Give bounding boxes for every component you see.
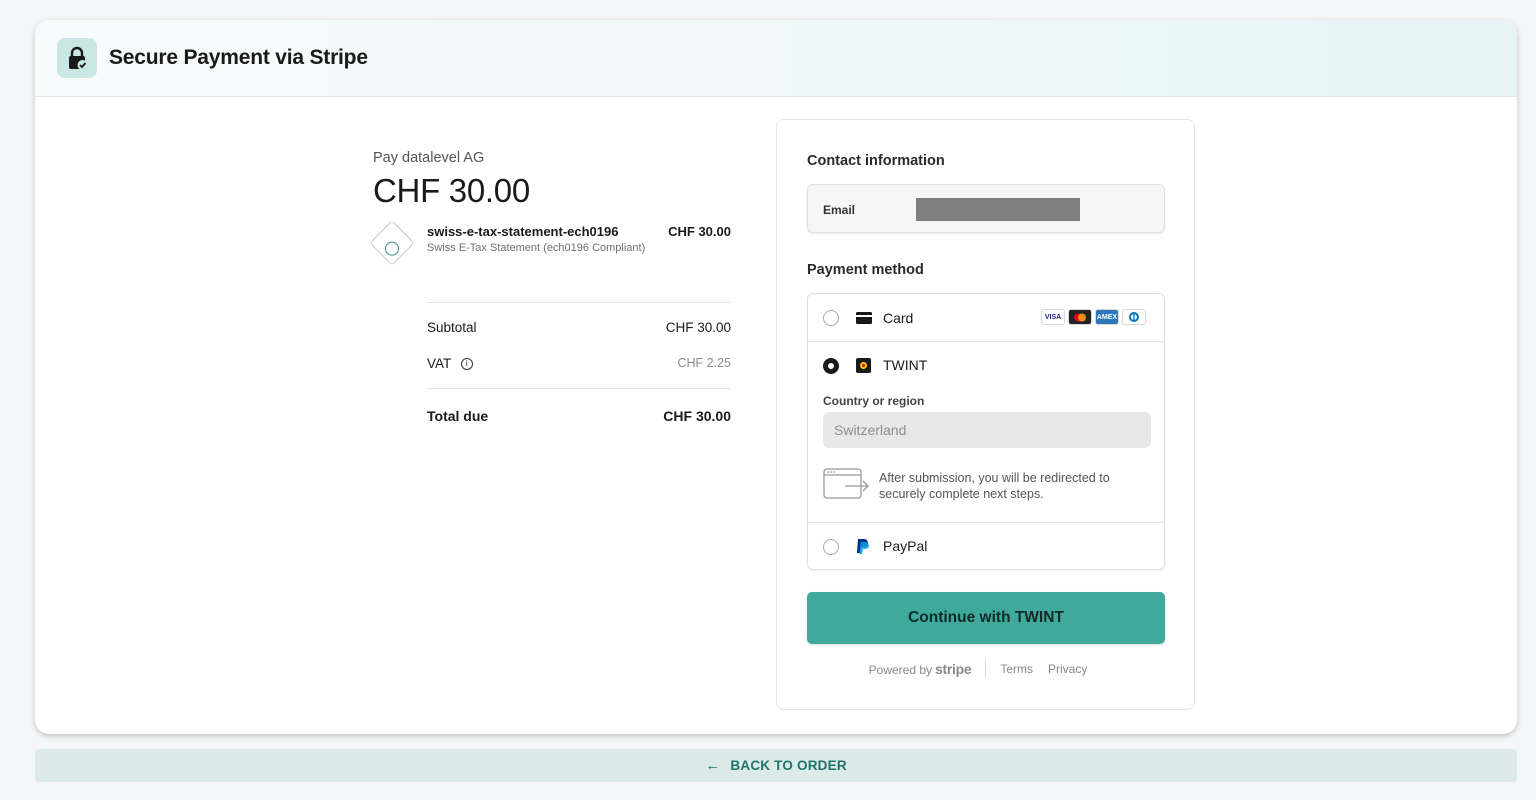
mastercard-icon	[1068, 309, 1092, 325]
product-description: Swiss E-Tax Statement (ech0196 Compliant…	[427, 242, 646, 254]
divider	[427, 302, 731, 303]
vat-row: VAT i CHF 2.25	[427, 356, 731, 371]
redirect-notice: After submission, you will be redirected…	[879, 471, 1110, 501]
divider	[427, 388, 731, 389]
footer-separator	[985, 660, 987, 678]
payment-option-twint[interactable]: TWINT Country or region Switzerland Afte…	[808, 342, 1164, 523]
twint-label: TWINT	[883, 357, 928, 373]
terms-link[interactable]: Terms	[1000, 662, 1033, 676]
card-label: Card	[883, 310, 914, 326]
stripe-logo: stripe	[935, 661, 972, 677]
card-radio[interactable]	[823, 310, 839, 326]
line-item: swiss-e-tax-statement-ech0196 Swiss E-Ta…	[369, 220, 733, 268]
checkout-form: Contact information Email Payment method…	[776, 119, 1195, 710]
paypal-radio[interactable]	[823, 539, 839, 555]
email-value-redacted	[916, 198, 1080, 221]
email-label: Email	[823, 203, 856, 217]
subtotal-label: Subtotal	[427, 320, 477, 335]
merchant-name: Pay datalevel AG	[373, 150, 485, 166]
payment-option-paypal[interactable]: PayPal	[808, 523, 1164, 571]
visa-icon: VISA	[1041, 309, 1065, 325]
redirect-icon	[823, 468, 871, 507]
product-price: CHF 30.00	[668, 224, 731, 239]
email-field[interactable]: Email	[807, 184, 1165, 233]
back-label: BACK TO ORDER	[730, 758, 847, 773]
card-header: Secure Payment via Stripe	[35, 20, 1517, 97]
subtotal-value: CHF 30.00	[665, 320, 731, 335]
paypal-icon	[856, 538, 870, 560]
payment-option-card[interactable]: Card VISA AMEX	[808, 294, 1164, 342]
back-to-order-button[interactable]: ← BACK TO ORDER	[35, 749, 1517, 782]
twint-radio[interactable]	[823, 358, 839, 374]
subtotal-row: Subtotal CHF 30.00	[427, 320, 731, 335]
payment-method-title: Payment method	[807, 262, 924, 278]
payment-card: Secure Payment via Stripe Pay datalevel …	[35, 20, 1517, 734]
total-row: Total due CHF 30.00	[427, 408, 731, 424]
payment-methods: Card VISA AMEX TWINT Country or region S…	[807, 293, 1165, 570]
product-icon	[369, 220, 415, 266]
vat-label: VAT	[427, 356, 452, 371]
total-amount: CHF 30.00	[373, 172, 530, 209]
continue-button[interactable]: Continue with TWINT	[807, 592, 1165, 644]
country-label: Country or region	[823, 394, 925, 408]
contact-title: Contact information	[807, 153, 945, 169]
lock-check-icon	[57, 38, 97, 78]
stripe-footer: Powered by stripe Terms Privacy	[777, 660, 1194, 678]
product-name: swiss-e-tax-statement-ech0196	[427, 224, 619, 239]
card-icon	[856, 311, 872, 329]
paypal-label: PayPal	[883, 538, 928, 554]
amex-icon: AMEX	[1095, 309, 1119, 325]
card-brands: VISA AMEX	[1041, 309, 1146, 325]
total-value: CHF 30.00	[663, 408, 731, 424]
diners-icon	[1122, 309, 1146, 325]
order-summary: Pay datalevel AG CHF 30.00 swiss-e-tax-s…	[369, 150, 733, 424]
twint-icon	[856, 358, 871, 378]
page-title: Secure Payment via Stripe	[109, 46, 368, 69]
powered-by: Powered by stripe	[868, 661, 972, 677]
country-select[interactable]: Switzerland	[823, 412, 1151, 448]
privacy-link[interactable]: Privacy	[1048, 662, 1087, 676]
vat-value: CHF 2.25	[677, 356, 732, 370]
total-label: Total due	[427, 408, 489, 424]
info-icon[interactable]: i	[460, 358, 473, 371]
arrow-left-icon: ←	[705, 757, 721, 774]
